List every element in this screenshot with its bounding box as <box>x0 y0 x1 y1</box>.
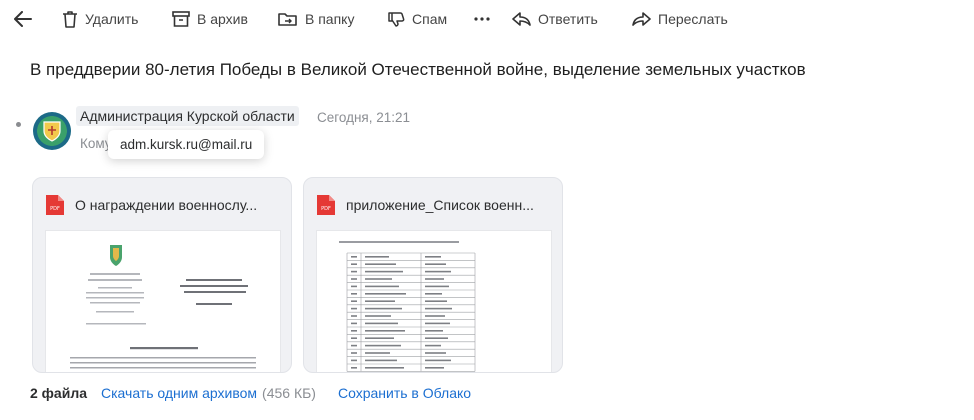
table-thumbnail-line <box>365 263 396 265</box>
attachment-header: PDF О награждении военнослу... <box>45 194 281 216</box>
message-date: Сегодня, 21:21 <box>317 110 411 125</box>
table-thumbnail-line <box>365 322 398 325</box>
forward-icon <box>632 12 651 26</box>
table-thumbnail-line <box>365 330 405 332</box>
table-thumbnail-line <box>351 322 357 325</box>
table-thumbnail-line <box>425 322 450 325</box>
pdf-icon: PDF <box>317 195 335 215</box>
move-to-folder-button[interactable]: В папку <box>278 6 354 32</box>
table-thumbnail-line <box>425 285 449 288</box>
archive-size: (456 КБ) <box>262 385 316 401</box>
table-thumbnail-line <box>425 307 452 310</box>
table-thumbnail-line <box>351 263 357 265</box>
thumbs-down-icon <box>388 11 405 27</box>
document-thumbnail <box>70 245 256 369</box>
message-toolbar: Удалить В архив В папку Спам Ответить Пе… <box>0 0 974 38</box>
table-thumbnail-line <box>425 270 451 273</box>
attachment-count: 2 файла <box>30 385 87 401</box>
attachment-preview <box>45 230 281 372</box>
svg-text:PDF: PDF <box>50 206 60 212</box>
table-thumbnail-line <box>425 359 451 362</box>
table-thumbnail-line <box>351 256 357 258</box>
table-thumbnail-line <box>351 337 357 339</box>
table-thumbnail-line <box>425 344 441 347</box>
table-thumbnail-line <box>351 270 357 273</box>
table-thumbnail-line <box>425 263 446 265</box>
table-thumbnail-line <box>365 285 399 288</box>
attachments-footer: 2 файла Скачать одним архивом (456 КБ) С… <box>30 383 471 403</box>
table-thumbnail-line <box>365 359 397 362</box>
spam-button[interactable]: Спам <box>388 6 447 32</box>
table-thumbnail-line <box>425 337 448 339</box>
table-thumbnail-line <box>365 352 390 354</box>
table-thumbnail-line <box>365 307 402 310</box>
more-dots-icon <box>474 17 490 21</box>
table-thumbnail-line <box>425 330 443 332</box>
table-thumbnail-line <box>425 367 444 369</box>
message-subject: В преддверии 80-летия Победы в Великой О… <box>30 60 806 79</box>
table-thumbnail-line <box>425 315 445 317</box>
sender-email-tooltip: adm.kursk.ru@mail.ru <box>108 130 265 159</box>
table-thumbnail-line <box>365 278 392 280</box>
table-thumbnail-line <box>365 337 394 339</box>
table-thumbnail-line <box>351 352 357 354</box>
table-thumbnail-line <box>425 256 441 258</box>
table-thumbnail-line <box>351 278 357 280</box>
save-to-cloud-link[interactable]: Сохранить в Облако <box>338 385 471 401</box>
forward-button[interactable]: Переслать <box>632 6 728 32</box>
delete-button[interactable]: Удалить <box>62 6 138 32</box>
table-thumbnail-line <box>351 285 357 288</box>
table-thumbnail-line <box>351 330 357 332</box>
table-thumbnail-line <box>365 270 403 273</box>
unread-dot <box>16 122 21 127</box>
table-thumbnail-line <box>365 315 391 317</box>
recipient-label: Кому <box>80 136 112 151</box>
table-thumbnail-line <box>425 293 442 295</box>
sender-name[interactable]: Администрация Курской области <box>76 106 299 126</box>
attachment-card[interactable]: PDF О награждении военнослу... <box>32 177 292 373</box>
delete-label: Удалить <box>85 11 139 27</box>
table-thumbnail-line <box>351 359 357 362</box>
archive-button[interactable]: В архив <box>172 6 248 32</box>
folder-label: В папку <box>305 11 355 27</box>
attachment-card[interactable]: PDF приложение_Список военн... <box>303 177 563 373</box>
arrow-left-icon <box>14 11 32 27</box>
back-button[interactable] <box>12 8 34 30</box>
folder-move-icon <box>278 13 297 26</box>
archive-icon <box>172 11 190 27</box>
svg-text:PDF: PDF <box>321 206 331 212</box>
attachment-preview <box>316 230 552 372</box>
forward-label: Переслать <box>658 11 728 27</box>
table-thumbnail-line <box>351 293 357 295</box>
spam-label: Спам <box>412 11 448 27</box>
table-thumbnail-line <box>365 293 406 295</box>
table-thumbnail-line <box>425 352 446 354</box>
download-archive-link[interactable]: Скачать одним архивом <box>101 385 257 401</box>
table-thumbnail-line <box>365 344 401 347</box>
attachment-name: приложение_Список военн... <box>346 197 534 213</box>
attachment-name: О награждении военнослу... <box>75 197 258 213</box>
table-thumbnail-line <box>351 344 357 347</box>
table-thumbnail-line <box>351 315 357 317</box>
sender-avatar[interactable] <box>33 112 71 150</box>
pdf-icon: PDF <box>46 195 64 215</box>
table-thumbnail-line <box>425 300 447 302</box>
table-thumbnail-line <box>351 307 357 310</box>
table-thumbnail-line <box>365 367 404 369</box>
attachment-header: PDF приложение_Список военн... <box>316 194 552 216</box>
coat-of-arms-icon <box>43 121 61 142</box>
trash-icon <box>63 11 77 28</box>
more-button[interactable] <box>474 6 490 32</box>
reply-button[interactable]: Ответить <box>512 6 598 32</box>
table-thumbnail-line <box>351 367 357 369</box>
table-thumbnail-line <box>365 300 395 302</box>
table-thumbnail-line <box>365 256 389 258</box>
reply-icon <box>512 12 531 26</box>
table-thumbnail-line <box>351 300 357 302</box>
reply-label: Ответить <box>538 11 598 27</box>
archive-label: В архив <box>197 11 248 27</box>
table-thumbnail <box>339 241 476 372</box>
table-thumbnail-line <box>425 278 444 280</box>
